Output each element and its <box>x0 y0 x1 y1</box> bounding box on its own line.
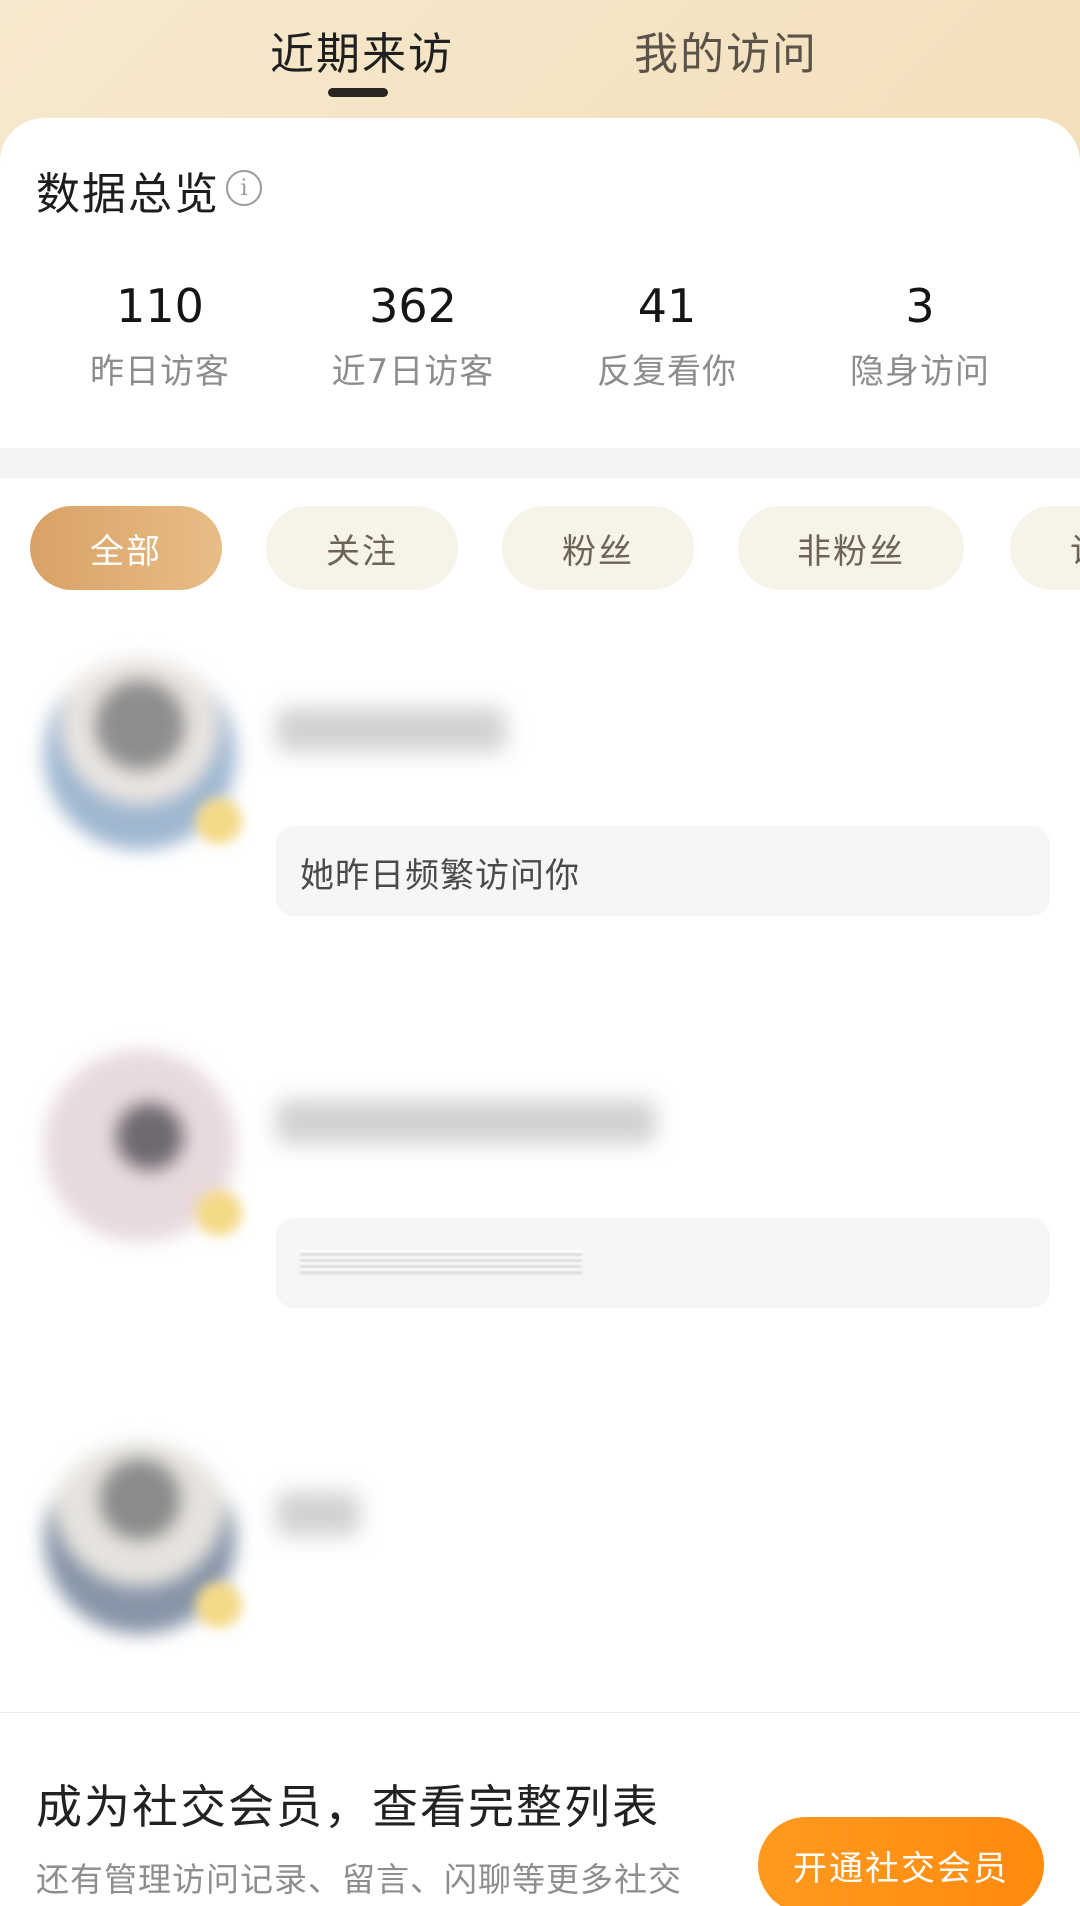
vip-badge-icon <box>196 1190 242 1236</box>
stat-value: 362 <box>369 279 457 333</box>
filter-chip-non-fans[interactable]: 非粉丝 <box>738 506 964 590</box>
stat-repeat-viewers[interactable]: 41 反复看你 <box>540 278 794 393</box>
visitor-message-box: 她昨日频繁访问你 <box>276 826 1050 916</box>
stats-row: 110 昨日访客 362 近7日访客 41 反复看你 3 隐身访问 <box>0 278 1080 418</box>
tab-my-visits[interactable]: 我的访问 <box>634 18 818 82</box>
stat-7day-visitors[interactable]: 362 近7日访客 <box>286 278 540 393</box>
overview-title: 数据总览 <box>36 169 220 220</box>
info-icon[interactable]: i <box>226 170 262 206</box>
vip-badge-icon <box>196 1582 242 1628</box>
filter-chip-following[interactable]: 关注 <box>266 506 458 590</box>
visitor-name-blurred <box>276 1492 360 1536</box>
visitor-name-blurred <box>276 708 506 752</box>
top-tab-bar: 近期来访 我的访问 <box>0 0 1080 118</box>
stat-label: 昨日访客 <box>90 352 230 392</box>
stat-invisible-visits[interactable]: 3 隐身访问 <box>793 278 1047 393</box>
stat-label: 反复看你 <box>597 352 737 392</box>
open-membership-button[interactable]: 开通社交会员 <box>758 1817 1044 1906</box>
main-card: 数据总览 i 110 昨日访客 362 近7日访客 41 反复看你 3 隐身访问… <box>0 118 1080 1906</box>
stat-label: 隐身访问 <box>850 352 990 392</box>
tab-recent-visitors[interactable]: 近期来访 <box>270 18 454 82</box>
visitor-name-blurred <box>276 1100 656 1144</box>
filter-chips: 全部 关注 粉丝 非粉丝 访 <box>0 506 1080 592</box>
vip-badge-icon <box>196 798 242 844</box>
stat-yesterday-visitors[interactable]: 110 昨日访客 <box>33 278 287 393</box>
filter-chip-fans[interactable]: 粉丝 <box>502 506 694 590</box>
stat-value: 41 <box>637 279 697 333</box>
promo-title: 成为社交会员，查看完整列表 <box>36 1780 660 1834</box>
stat-value: 3 <box>905 279 935 333</box>
filter-chip-more[interactable]: 访 <box>1010 506 1080 590</box>
active-tab-indicator <box>328 88 388 97</box>
section-divider <box>0 448 1080 478</box>
visitor-message-box <box>276 1218 1050 1308</box>
stat-value: 110 <box>116 279 204 333</box>
membership-promo: 成为社交会员，查看完整列表 还有管理访问记录、留言、闪聊等更多社交 开通社交会员 <box>0 1712 1080 1906</box>
stat-label: 近7日访客 <box>331 352 495 392</box>
filter-chip-all[interactable]: 全部 <box>30 506 222 590</box>
visitor-message-censored <box>300 1250 582 1274</box>
visitor-message: 她昨日频繁访问你 <box>300 856 580 896</box>
promo-subtitle: 还有管理访问记录、留言、闪聊等更多社交 <box>36 1860 682 1899</box>
